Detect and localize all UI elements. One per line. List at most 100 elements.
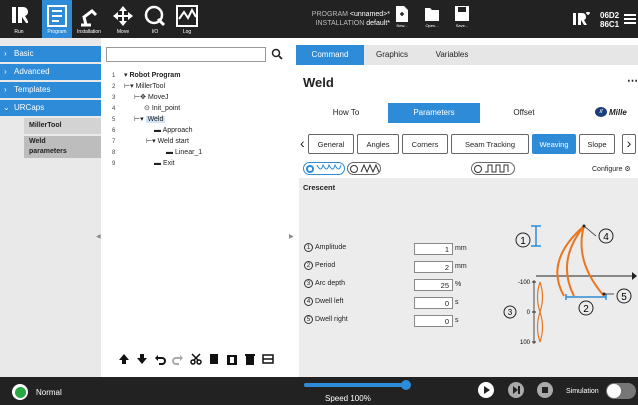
tree-row[interactable]: 2 ⊢▾ MillerTool <box>104 82 284 92</box>
power-status-button[interactable] <box>12 384 28 400</box>
tab-general[interactable]: General <box>308 134 354 154</box>
tree-row[interactable]: 1 ▾ Robot Program <box>104 71 284 81</box>
weave-square-option[interactable] <box>471 162 515 175</box>
tree-line-number: 5 <box>112 117 116 123</box>
program-icon <box>47 5 67 27</box>
tab-parameters[interactable]: Parameters <box>388 103 480 123</box>
period-input[interactable]: 2 <box>414 261 453 273</box>
nav-program[interactable]: Program <box>42 0 72 38</box>
new-file-button[interactable]: New... <box>388 5 416 35</box>
param-dwell-left-label: 4 Dwell left <box>304 297 343 306</box>
tree-row[interactable]: 7 ⊢▾ Weld start <box>104 137 284 147</box>
tree-row[interactable]: 3 ⊢✥ MoveJ <box>104 93 284 103</box>
param-label: Dwell left <box>315 298 344 305</box>
tab-variables[interactable]: Variables <box>424 45 480 65</box>
move-down-icon[interactable] <box>136 353 148 365</box>
tab-slope[interactable]: Slope <box>579 134 615 154</box>
simulation-toggle[interactable] <box>606 383 636 399</box>
expand-handle-icon[interactable]: ▶ <box>289 233 294 240</box>
dwell-left-unit: s <box>455 299 459 306</box>
nav-run[interactable]: Run <box>4 0 34 38</box>
zigzag-pattern-icon <box>360 164 380 173</box>
more-options-icon[interactable]: ⋯ <box>627 74 638 87</box>
nav-log[interactable]: Log <box>172 0 202 38</box>
tree-row[interactable]: 9 ▬ Exit <box>104 159 284 169</box>
param-period-label: 2 Period <box>304 261 335 270</box>
tab-how-to[interactable]: How To <box>306 103 386 123</box>
period-unit: mm <box>455 263 467 270</box>
tab-offset[interactable]: Offset <box>484 103 564 123</box>
tree-row[interactable]: 8 ▬ Linear_1 <box>104 148 284 158</box>
tab-angles[interactable]: Angles <box>357 134 399 154</box>
hamburger-menu-icon[interactable] <box>624 13 636 28</box>
paste-icon[interactable] <box>226 353 238 365</box>
tree-line-number: 8 <box>112 150 116 156</box>
weave-zigzag-option[interactable] <box>347 162 381 175</box>
chevron-right-icon[interactable]: › <box>622 134 636 154</box>
tree-search-input[interactable] <box>106 47 266 62</box>
nav-io[interactable]: I/O <box>140 0 170 38</box>
radio-unselected-icon <box>350 164 358 173</box>
copy-icon[interactable] <box>208 353 220 365</box>
node-dash-icon: ▬ <box>154 160 161 167</box>
step-button[interactable] <box>508 382 524 398</box>
open-file-button[interactable]: Open... <box>418 5 446 35</box>
sidebar-item-millertool[interactable]: MillerTool <box>24 118 101 134</box>
tree-toolbar <box>104 349 288 369</box>
move-up-icon[interactable] <box>118 353 130 365</box>
amplitude-input[interactable]: 1 <box>414 243 453 255</box>
move-arrows-icon <box>113 6 133 26</box>
dwell-right-input[interactable]: 0 <box>414 315 453 327</box>
search-icon[interactable] <box>271 48 283 63</box>
speed-slider-handle[interactable] <box>401 380 411 390</box>
collapse-handle-icon[interactable]: ◀ <box>96 233 101 240</box>
tree-line-number: 6 <box>112 128 116 134</box>
save-file-button[interactable]: Save... <box>448 5 476 35</box>
nav-move-label: Move <box>116 29 130 35</box>
tree-line-number: 3 <box>112 95 116 101</box>
weave-crescent-option[interactable] <box>303 162 345 175</box>
tab-weaving[interactable]: Weaving <box>532 134 576 154</box>
dwell-left-input[interactable]: 0 <box>414 297 453 309</box>
tab-command[interactable]: Command <box>296 45 364 65</box>
dwell-right-unit: s <box>455 317 459 324</box>
tree-node-label: Linear_1 <box>174 149 203 156</box>
tree-row[interactable]: 4 ⊙ Init_point <box>104 104 284 114</box>
play-button[interactable] <box>478 382 494 398</box>
nav-io-label: I/O <box>151 29 159 35</box>
sidebar-item-weld-parameters[interactable]: Weld parameters <box>24 136 101 158</box>
sidebar-item-advanced[interactable]: › Advanced <box>0 64 101 80</box>
nav-run-label: Run <box>14 29 24 35</box>
sidebar-item-templates[interactable]: › Templates <box>0 82 101 98</box>
nav-log-label: Log <box>182 29 192 35</box>
param-number: 1 <box>304 243 313 252</box>
suppress-icon[interactable] <box>262 353 274 365</box>
undo-icon[interactable] <box>154 353 166 365</box>
stop-button[interactable] <box>537 382 553 398</box>
configure-button[interactable]: Configure ⚙ <box>592 165 631 173</box>
delete-icon[interactable] <box>244 353 256 365</box>
square-pattern-icon <box>485 164 509 173</box>
serial-line-2: 86C1 <box>600 20 620 29</box>
serial-number: 06D2 86C1 <box>600 11 619 29</box>
tree-row[interactable]: 6 ▬ Approach <box>104 126 284 136</box>
gear-icon: ⚙ <box>624 166 631 173</box>
tree-node-label: Init_point <box>151 105 181 112</box>
tree-row[interactable]: 5 ⊢▾ Weld <box>104 115 284 125</box>
sidebar-item-basic[interactable]: › Basic <box>0 46 101 62</box>
move-joint-icon: ✥ <box>140 94 146 101</box>
chevron-left-icon[interactable]: ‹ <box>300 135 305 151</box>
cut-icon[interactable] <box>190 353 202 365</box>
nav-move[interactable]: Move <box>108 0 138 38</box>
nav-installation[interactable]: Installation <box>74 0 104 38</box>
tab-seam-tracking[interactable]: Seam Tracking <box>451 134 529 154</box>
redo-icon[interactable] <box>172 353 184 365</box>
sidebar-item-urcaps[interactable]: ⌄ URCaps <box>0 100 101 116</box>
crescent-pattern-icon <box>316 164 342 170</box>
param-label: Period <box>315 262 336 269</box>
arc-depth-unit: % <box>455 281 462 288</box>
save-file-label: Save... <box>455 23 469 28</box>
arc-depth-input[interactable]: 25 <box>414 279 453 291</box>
tab-graphics[interactable]: Graphics <box>368 45 416 65</box>
tab-corners[interactable]: Corners <box>402 134 448 154</box>
